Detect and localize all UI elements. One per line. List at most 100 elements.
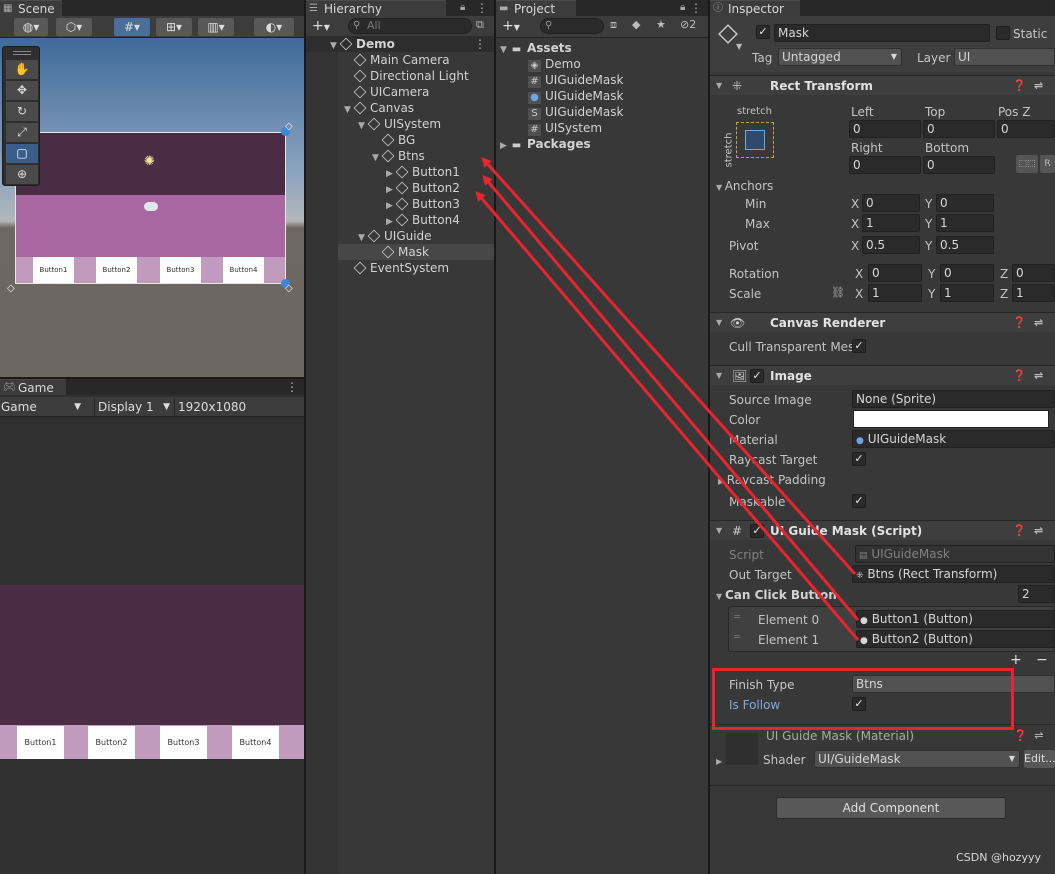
pivot-x-field[interactable]: 0.5	[862, 236, 920, 254]
ruler-button[interactable]: ▥▾	[198, 18, 234, 36]
bottom-field[interactable]: 0	[923, 156, 995, 174]
rect-transform-header[interactable]: ▼ ⁜ Rect Transform ❓ ⇌	[710, 75, 1055, 95]
resolution-dropdown[interactable]: 1920x1080	[174, 398, 302, 416]
hand-tool-icon[interactable]: ✋	[6, 60, 38, 79]
max-y-field[interactable]: 1	[936, 214, 994, 232]
game-view[interactable]: Button1 Button2 Button3 Button4	[0, 419, 304, 874]
shader-dropdown[interactable]: UI/GuideMask ▼	[814, 750, 1020, 768]
scale-tool-icon[interactable]: ⤢	[6, 123, 38, 142]
scale-z-field[interactable]: 1	[1012, 284, 1055, 302]
tab-project[interactable]: ▬ Project	[496, 0, 576, 16]
render-mode-button[interactable]: ⬡▾	[56, 18, 92, 36]
image-header[interactable]: ▼ 🖼︎ ✓ Image ❓ ⇌	[710, 365, 1055, 385]
constrain-proportions-icon[interactable]: ⛓	[831, 286, 845, 299]
move-tool-icon[interactable]: ✥	[6, 81, 38, 100]
help-settings-icons[interactable]: ❓ ⇌	[1014, 729, 1047, 742]
project-item[interactable]: # UIGuideMask	[496, 72, 708, 88]
tab-game[interactable]: 🎮︎ Game	[0, 379, 66, 395]
game-button-4[interactable]: Button4	[232, 726, 279, 759]
project-item[interactable]: ◈ Demo	[496, 56, 708, 72]
game-button-3[interactable]: Button3	[160, 726, 207, 759]
project-item[interactable]: ● UIGuideMask	[496, 88, 708, 104]
rotation-z-field[interactable]: 0	[1012, 264, 1055, 282]
raycast-padding-label[interactable]: ▶ Raycast Padding	[718, 472, 826, 490]
add-component-button[interactable]: Add Component	[776, 797, 1006, 819]
element-0-field[interactable]: ● Button1 (Button)	[856, 610, 1055, 628]
project-item[interactable]: ▼ ▬ Assets	[496, 40, 708, 56]
project-menu-icon[interactable]: ⋮	[690, 0, 702, 16]
help-settings-icons[interactable]: ❓ ⇌	[1013, 76, 1047, 96]
image-enabled-checkbox[interactable]: ✓	[750, 369, 764, 383]
transform-tool-icon[interactable]: ⊕	[6, 165, 38, 184]
create-button[interactable]: +▼	[312, 17, 330, 37]
chevron-down-icon[interactable]: ▼	[736, 42, 742, 51]
snap-increment-button[interactable]: ⊞▾	[156, 18, 192, 36]
hierarchy-menu-icon[interactable]: ⋮	[476, 0, 488, 16]
search-by-label-icon[interactable]: ◆	[632, 18, 640, 31]
tab-hierarchy[interactable]: ☰ Hierarchy	[306, 0, 446, 16]
search-by-type-icon[interactable]: ⧈	[610, 18, 617, 32]
canvas-renderer-header[interactable]: ▼ 👁︎ Canvas Renderer ❓ ⇌	[710, 312, 1055, 332]
shader-edit-button[interactable]: Edit...	[1024, 750, 1055, 768]
scale-x-field[interactable]: 1	[868, 284, 922, 302]
rect-tool-icon[interactable]: ▢	[6, 144, 38, 163]
array-remove-button[interactable]: −	[1036, 652, 1048, 668]
game-button-2[interactable]: Button2	[88, 726, 135, 759]
palette-grip[interactable]	[13, 51, 31, 55]
lock-icon[interactable]: 🔒︎	[680, 0, 685, 16]
material-header[interactable]: ▶ UI Guide Mask (Material) ❓ ⇌ Shader UI…	[710, 724, 1055, 772]
scene-viewport[interactable]: Button1 Button2 Button3 Button4 ✺ ◇ ◇ ◇ …	[0, 38, 304, 377]
raw-edit-button[interactable]: R	[1040, 155, 1055, 173]
camera-gizmo-icon[interactable]	[144, 202, 158, 211]
right-field[interactable]: 0	[849, 156, 921, 174]
can-click-label[interactable]: ▼ Can Click Button	[716, 587, 837, 605]
max-x-field[interactable]: 1	[862, 214, 920, 232]
help-settings-icons[interactable]: ❓ ⇌	[1013, 366, 1047, 386]
star-icon[interactable]: ★	[656, 18, 666, 31]
min-y-field[interactable]: 0	[936, 194, 994, 212]
rotation-x-field[interactable]: 0	[868, 264, 922, 282]
display-dropdown[interactable]: Display 1 ▼	[94, 398, 172, 416]
layer-dropdown[interactable]: UI	[954, 48, 1055, 66]
scale-y-field[interactable]: 1	[940, 284, 994, 302]
project-search-input[interactable]: ⚲	[540, 18, 604, 34]
active-checkbox[interactable]: ✓	[756, 25, 770, 39]
element-1-field[interactable]: ● Button2 (Button)	[856, 630, 1055, 648]
anchors-label[interactable]: ▼ Anchors	[716, 178, 773, 196]
drag-handle-icon[interactable]: ═	[734, 612, 740, 623]
color-swatch[interactable]	[853, 410, 1049, 428]
scene-menu-icon[interactable]: ⋮	[474, 36, 486, 52]
project-item[interactable]: ▶ ▬ Packages	[496, 136, 708, 152]
gizmo-button[interactable]: ◐▾	[254, 18, 294, 36]
min-x-field[interactable]: 0	[862, 194, 920, 212]
anchor-preset-button[interactable]	[736, 122, 774, 158]
anchor-handle-tr-2[interactable]: ◇	[285, 121, 293, 132]
hierarchy-item[interactable]: ▼ Demo ⋮	[306, 36, 494, 52]
grid-snap-button[interactable]: #▾	[114, 18, 150, 36]
rotate-tool-icon[interactable]: ↻	[6, 102, 38, 121]
object-name-field[interactable]: Mask	[774, 24, 990, 42]
top-field[interactable]: 0	[923, 120, 995, 138]
game-menu-icon[interactable]: ⋮	[286, 379, 298, 395]
hidden-packages-icon[interactable]: ⊘2	[680, 18, 696, 31]
project-item[interactable]: S UIGuideMask	[496, 104, 708, 120]
drag-handle-icon[interactable]: ═	[734, 632, 740, 643]
tab-inspector[interactable]: ⓘ Inspector	[710, 0, 800, 16]
game-button-1[interactable]: Button1	[17, 726, 64, 759]
create-asset-button[interactable]: +▼	[502, 17, 520, 37]
hierarchy-search-input[interactable]: ⚲ All	[348, 18, 472, 34]
raycast-target-checkbox[interactable]: ✓	[852, 452, 866, 466]
help-settings-icons[interactable]: ❓ ⇌	[1013, 521, 1047, 541]
anchor-handle-bl[interactable]: ◇	[7, 283, 15, 294]
anchor-handle-br-2[interactable]: ◇	[285, 283, 293, 294]
light-gizmo-icon[interactable]: ✺	[144, 154, 155, 169]
tag-dropdown[interactable]: Untagged ▼	[778, 48, 902, 66]
script-enabled-checkbox[interactable]: ✓	[750, 524, 764, 538]
tab-scene[interactable]: ▦ Scene	[0, 0, 62, 16]
array-add-button[interactable]: +	[1010, 652, 1022, 668]
material-field[interactable]: ● UIGuideMask	[852, 430, 1055, 448]
out-target-field[interactable]: ⁜ Btns (Rect Transform)	[852, 565, 1055, 583]
pivot-y-field[interactable]: 0.5	[936, 236, 994, 254]
project-item[interactable]: # UISystem	[496, 120, 708, 136]
script-header[interactable]: ▼ # ✓ UI Guide Mask (Script) ❓ ⇌	[710, 520, 1055, 540]
